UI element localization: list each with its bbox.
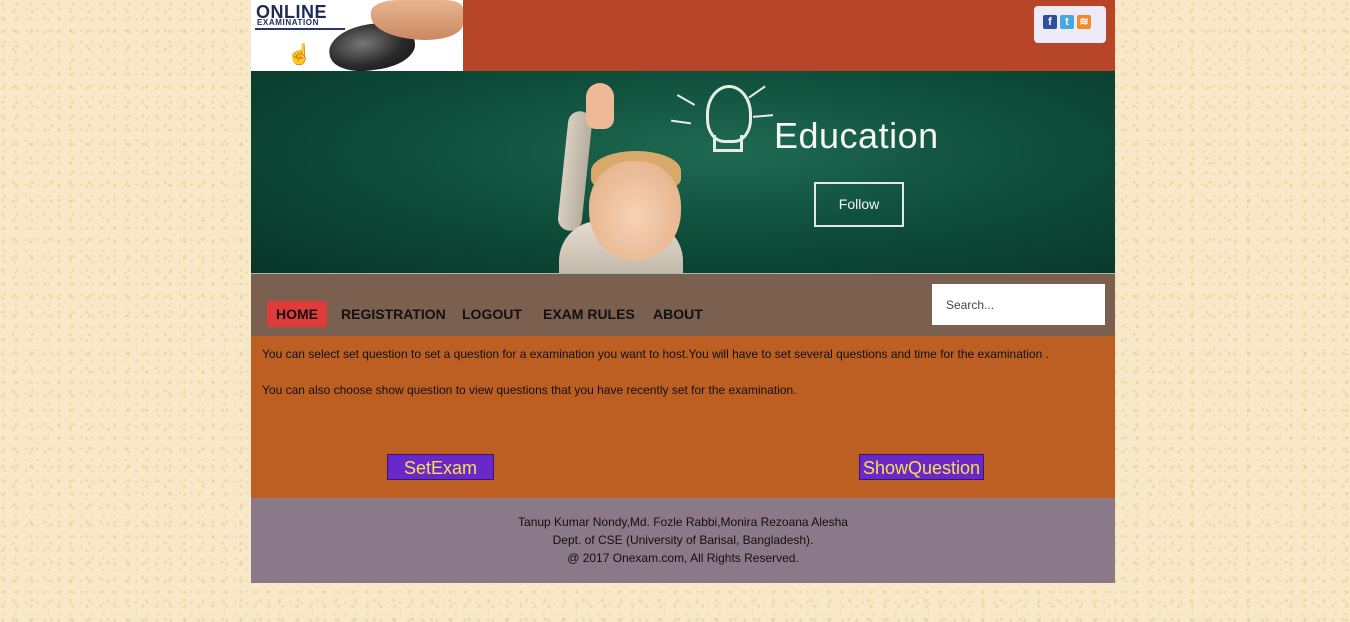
lightbulb-ray [748, 85, 766, 99]
site-logo[interactable]: ONLINE EXAMINATION ☝ [251, 0, 463, 71]
logo-subtitle: EXAMINATION [257, 18, 320, 27]
main-navigation: HOME REGISTRATION LOGOUT EXAM RULES ABOU… [251, 273, 1115, 336]
hero-banner: Education Follow [251, 71, 1115, 273]
footer-copyright: @ 2017 Onexam.com, All Rights Reserved. [567, 551, 799, 565]
nav-item-logout[interactable]: LOGOUT [453, 301, 531, 327]
facebook-icon[interactable]: f [1043, 15, 1057, 29]
site-footer: Tanup Kumar Nondy,Md. Fozle Rabbi,Monira… [251, 498, 1115, 583]
search-input[interactable] [932, 284, 1105, 325]
banner-child-face [589, 161, 681, 261]
lightbulb-base [713, 135, 743, 152]
set-exam-button[interactable]: SetExam [387, 454, 494, 480]
lightbulb-ray [676, 94, 696, 106]
footer-department: Dept. of CSE (University of Barisal, Ban… [552, 533, 814, 547]
nav-item-about[interactable]: ABOUT [644, 301, 712, 327]
rss-icon[interactable]: ≋ [1077, 15, 1091, 29]
nav-item-registration[interactable]: REGISTRATION [332, 301, 455, 327]
follow-button[interactable]: Follow [814, 182, 904, 227]
banner-child-arm [556, 110, 594, 232]
social-links: f t ≋ [1034, 6, 1106, 43]
show-question-button[interactable]: ShowQuestion [859, 454, 984, 480]
banner-title: Education [774, 115, 939, 156]
site-header: ONLINE EXAMINATION ☝ f t ≋ [251, 0, 1115, 71]
lightbulb-ray [670, 119, 692, 125]
nav-item-exam-rules[interactable]: EXAM RULES [534, 301, 644, 327]
main-content: You can select set question to set a que… [251, 336, 1115, 498]
intro-paragraph: You can select set question to set a que… [262, 347, 1049, 361]
footer-authors: Tanup Kumar Nondy,Md. Fozle Rabbi,Monira… [518, 515, 848, 529]
page-container: ONLINE EXAMINATION ☝ f t ≋ Education Fol… [251, 0, 1115, 583]
pointer-hand-icon: ☝ [287, 44, 312, 66]
nav-item-home[interactable]: HOME [267, 301, 327, 327]
lightbulb-ray [752, 114, 774, 118]
info-paragraph: You can also choose show question to vie… [262, 383, 797, 397]
logo-underline [255, 28, 345, 30]
twitter-icon[interactable]: t [1060, 15, 1074, 29]
banner-child-hand [586, 83, 614, 129]
